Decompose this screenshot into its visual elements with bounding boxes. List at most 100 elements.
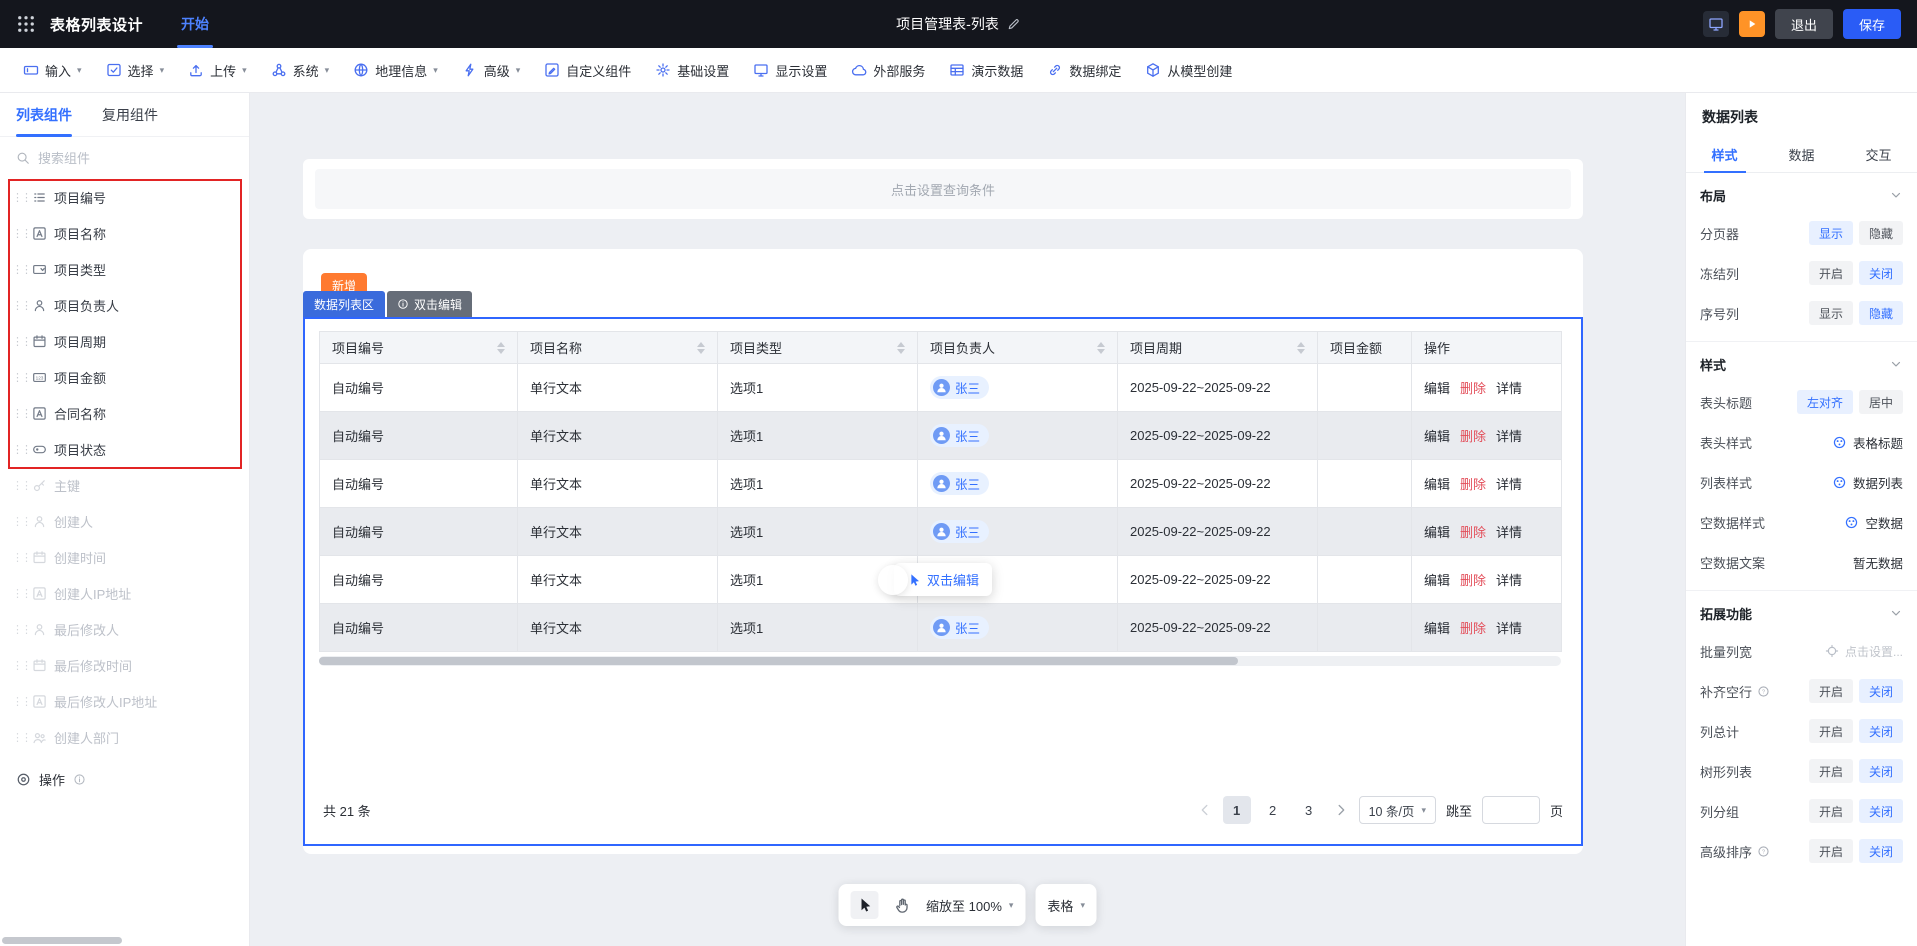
style-edit-link[interactable]: 空数据 (1844, 513, 1903, 532)
toolbar-item-upload[interactable]: 上传▾ (177, 54, 258, 86)
toggle-option-居中[interactable]: 居中 (1859, 390, 1903, 414)
column-header-项目类型[interactable]: 项目类型 (718, 332, 918, 364)
query-placeholder[interactable]: 点击设置查询条件 (315, 169, 1571, 209)
toggle-option-开启[interactable]: 开启 (1809, 839, 1853, 863)
toolbar-item-basic-settings[interactable]: 基础设置 (644, 54, 740, 86)
toolbar-item-external-service[interactable]: 外部服务 (840, 54, 936, 86)
toggle-option-开启[interactable]: 开启 (1809, 719, 1853, 743)
toggle-option-隐藏[interactable]: 隐藏 (1859, 301, 1903, 325)
delete-link[interactable]: 删除 (1460, 429, 1486, 444)
owner-tag[interactable]: 张三 (930, 520, 989, 543)
section-header[interactable]: 样式 (1700, 346, 1903, 382)
toolbar-item-data-binding[interactable]: 数据绑定 (1036, 54, 1132, 86)
toggle-option-开启[interactable]: 开启 (1809, 261, 1853, 285)
detail-link[interactable]: 详情 (1496, 573, 1522, 588)
sidebar-item-项目名称[interactable]: ⋮⋮项目名称 (0, 215, 249, 251)
detail-link[interactable]: 详情 (1496, 621, 1522, 636)
detail-link[interactable]: 详情 (1496, 381, 1522, 396)
toolbar-item-input[interactable]: 输入▾ (12, 54, 93, 86)
sort-icon[interactable] (497, 342, 505, 354)
toolbar-item-custom-component[interactable]: 自定义组件 (533, 54, 642, 86)
toggle-option-关闭[interactable]: 关闭 (1859, 839, 1903, 863)
toggle-option-显示[interactable]: 显示 (1809, 221, 1853, 245)
delete-link[interactable]: 删除 (1460, 381, 1486, 396)
sidebar-item-项目负责人[interactable]: ⋮⋮项目负责人 (0, 287, 249, 323)
toggle-option-关闭[interactable]: 关闭 (1859, 261, 1903, 285)
detail-link[interactable]: 详情 (1496, 477, 1522, 492)
sidebar-item-项目金额[interactable]: ⋮⋮123项目金额 (0, 359, 249, 395)
hand-icon[interactable] (888, 891, 916, 919)
toolbar-item-select[interactable]: 选择▾ (95, 54, 176, 86)
sidebar-item-operation[interactable]: 操作 (0, 761, 249, 797)
edit-link[interactable]: 编辑 (1424, 429, 1450, 444)
toggle-option-关闭[interactable]: 关闭 (1859, 759, 1903, 783)
section-header[interactable]: 布局 (1700, 177, 1903, 213)
toggle-option-开启[interactable]: 开启 (1809, 759, 1853, 783)
save-button[interactable]: 保存 (1843, 9, 1901, 39)
page-button-2[interactable]: 2 (1259, 796, 1287, 824)
horizontal-scrollbar[interactable] (319, 656, 1561, 666)
panel-tab-交互[interactable]: 交互 (1840, 137, 1917, 172)
sidebar-tab-列表组件[interactable]: 列表组件 (16, 93, 72, 137)
panel-tab-样式[interactable]: 样式 (1686, 137, 1763, 172)
owner-tag[interactable]: 张三 (930, 376, 989, 399)
topbar-tab-start[interactable]: 开始 (173, 0, 217, 48)
panel-tab-数据[interactable]: 数据 (1763, 137, 1840, 172)
apps-grid-icon[interactable] (16, 14, 36, 34)
owner-tag[interactable]: 张三 (930, 472, 989, 495)
data-list-card[interactable]: 新增 数据列表区 双击编辑 (303, 249, 1583, 854)
toggle-option-关闭[interactable]: 关闭 (1859, 799, 1903, 823)
edit-link[interactable]: 编辑 (1424, 621, 1450, 636)
edit-link[interactable]: 编辑 (1424, 381, 1450, 396)
sidebar-item-项目状态[interactable]: ⋮⋮项目状态 (0, 431, 249, 467)
toolbar-item-demo-data[interactable]: 演示数据 (938, 54, 1034, 86)
toggle-option-关闭[interactable]: 关闭 (1859, 679, 1903, 703)
toggle-option-开启[interactable]: 开启 (1809, 679, 1853, 703)
zoom-select[interactable]: 缩放至 100% ▾ (926, 896, 1013, 915)
toggle-option-左对齐[interactable]: 左对齐 (1797, 390, 1853, 414)
column-header-项目负责人[interactable]: 项目负责人 (918, 332, 1118, 364)
toggle-option-开启[interactable]: 开启 (1809, 799, 1853, 823)
delete-link[interactable]: 删除 (1460, 525, 1486, 540)
cursor-icon[interactable] (850, 891, 878, 919)
sidebar-item-项目周期[interactable]: ⋮⋮项目周期 (0, 323, 249, 359)
region-tab-data-list[interactable]: 数据列表区 (303, 291, 385, 317)
toolbar-item-geo[interactable]: 地理信息▾ (342, 54, 449, 86)
style-edit-link[interactable]: 表格标题 (1832, 433, 1903, 452)
owner-tag[interactable]: 张三 (930, 616, 989, 639)
toggle-option-关闭[interactable]: 关闭 (1859, 719, 1903, 743)
page-button-1[interactable]: 1 (1223, 796, 1251, 824)
chevron-right-icon[interactable] (1333, 802, 1349, 818)
jump-page-input[interactable] (1482, 796, 1540, 824)
column-header-项目编号[interactable]: 项目编号 (320, 332, 518, 364)
chevron-left-icon[interactable] (1197, 802, 1213, 818)
page-size-select[interactable]: 10 条/页 ▾ (1359, 796, 1436, 824)
page-button-3[interactable]: 3 (1295, 796, 1323, 824)
design-canvas[interactable]: 点击设置查询条件 新增 数据列表区 双击编辑 (250, 93, 1685, 946)
owner-tag[interactable]: 张三 (930, 424, 989, 447)
toolbar-item-advanced[interactable]: 高级▾ (451, 54, 532, 86)
sort-icon[interactable] (1297, 342, 1305, 354)
sidebar-item-合同名称[interactable]: ⋮⋮合同名称 (0, 395, 249, 431)
sort-icon[interactable] (1097, 342, 1105, 354)
delete-link[interactable]: 删除 (1460, 573, 1486, 588)
window-scrollbar-thumb[interactable] (2, 937, 122, 944)
sort-icon[interactable] (697, 342, 705, 354)
double-click-edit-tab[interactable]: 双击编辑 (387, 291, 472, 317)
play-icon[interactable] (1739, 11, 1765, 37)
toggle-option-隐藏[interactable]: 隐藏 (1859, 221, 1903, 245)
section-header[interactable]: 拓展功能 (1700, 595, 1903, 631)
column-width-setting[interactable]: 点击设置... (1825, 643, 1903, 660)
delete-link[interactable]: 删除 (1460, 477, 1486, 492)
search-input[interactable] (38, 151, 233, 166)
edit-link[interactable]: 编辑 (1424, 573, 1450, 588)
edit-link[interactable]: 编辑 (1424, 525, 1450, 540)
toggle-option-显示[interactable]: 显示 (1809, 301, 1853, 325)
empty-text-input[interactable]: 暂无数据 (1853, 553, 1903, 572)
detail-link[interactable]: 详情 (1496, 429, 1522, 444)
sidebar-item-项目编号[interactable]: ⋮⋮项目编号 (0, 179, 249, 215)
column-header-项目周期[interactable]: 项目周期 (1118, 332, 1318, 364)
mode-select[interactable]: 表格 ▾ (1035, 884, 1097, 926)
toolbar-item-model-create[interactable]: 从模型创建 (1134, 54, 1243, 86)
column-header-项目名称[interactable]: 项目名称 (518, 332, 718, 364)
